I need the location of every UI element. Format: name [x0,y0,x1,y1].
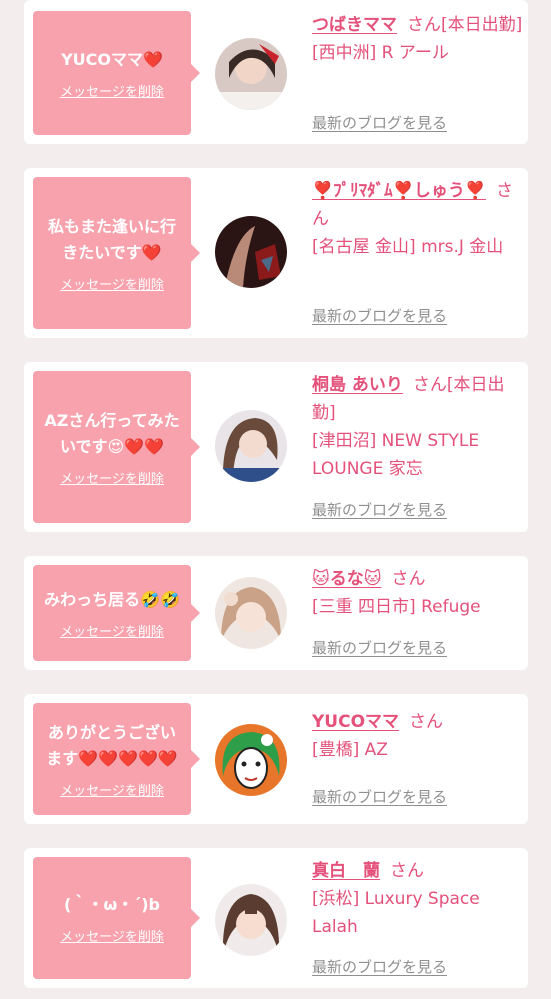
message-card: (｀・ω・´)b メッセージを削除 真白 蘭さん [浜松] Luxury Spa… [24,848,528,988]
area-label: [名古屋 金山] [312,237,416,257]
message-card: ありがとうございます❤️❤️❤️❤️❤️ メッセージを削除 YUCOママ さん [… [24,694,528,824]
message-bubble: YUCOママ❤️ メッセージを削除 [33,11,200,135]
avatar[interactable] [215,577,287,649]
attendance-status: [本日出勤] [441,15,523,35]
sender-name-link[interactable]: 🐱るな🐱 [312,569,381,589]
message-bubble: AZさん行ってみたいです😍❤️❤️ メッセージを削除 [33,371,200,523]
sender-info: 真白 蘭さん [浜松] Luxury Space Lalah [312,857,524,941]
avatar[interactable] [215,724,287,796]
sender-info: ❣️ﾌﾟﾘﾏﾀﾞﾑ❣️しゅう❣️ さん [名古屋 金山] mrs.J 金山 [312,177,524,261]
message-text: 私もまた逢いに行きたいです❤️ [47,216,176,262]
area-label: [西中洲] [312,43,377,63]
message-list: YUCOママ❤️ メッセージを削除 つばきママ さん[本日出勤] [西中洲] R … [0,0,551,999]
avatar[interactable] [215,410,287,482]
delete-message-link[interactable]: メッセージを削除 [60,468,164,487]
sender-name-link[interactable]: YUCOママ [312,712,399,732]
shop-name: mrs.J 金山 [421,237,504,257]
message-bubble: (｀・ω・´)b メッセージを削除 [33,857,200,979]
honorific: さん [409,712,444,732]
message-text: みわっち居る🤣🤣 [44,589,180,609]
latest-blog-link[interactable]: 最新のブログを見る [312,956,447,977]
sender-info: YUCOママ さん [豊橋] AZ [312,708,524,764]
honorific: さん [391,569,426,589]
delete-message-link[interactable]: メッセージを削除 [60,780,164,799]
latest-blog-link[interactable]: 最新のブログを見る [312,112,447,133]
sender-info: 桐島 あいり さん[本日出勤] [津田沼] NEW STYLE LOUNGE 家忘 [312,371,524,483]
latest-blog-link[interactable]: 最新のブログを見る [312,786,447,807]
message-bubble: ありがとうございます❤️❤️❤️❤️❤️ メッセージを削除 [33,703,200,815]
area-label: [浜松] [312,889,360,909]
area-label: [津田沼] [312,431,377,451]
area-label: [豊橋] [312,740,360,760]
sender-info: 🐱るな🐱 さん [三重 四日市] Refuge [312,565,524,621]
honorific: さん [407,15,441,35]
area-label: [三重 四日市] [312,597,416,617]
latest-blog-link[interactable]: 最新のブログを見る [312,499,447,520]
message-bubble: みわっち居る🤣🤣 メッセージを削除 [33,565,200,661]
latest-blog-link[interactable]: 最新のブログを見る [312,305,447,326]
message-card: AZさん行ってみたいです😍❤️❤️ メッセージを削除 桐島 あいり さん[本日出勤… [24,362,528,532]
sender-name-link[interactable]: つばきママ [312,15,397,35]
shop-name: R アール [381,43,449,63]
delete-message-link[interactable]: メッセージを削除 [60,81,164,100]
message-bubble: 私もまた逢いに行きたいです❤️ メッセージを削除 [33,177,200,329]
latest-blog-link[interactable]: 最新のブログを見る [312,637,447,658]
sender-info: つばきママ さん[本日出勤] [西中洲] R アール [312,11,524,67]
avatar[interactable] [215,216,287,288]
delete-message-link[interactable]: メッセージを削除 [60,926,164,945]
honorific: さん [390,861,424,881]
sender-name-link[interactable]: 桐島 あいり [312,375,403,395]
message-card: みわっち居る🤣🤣 メッセージを削除 🐱るな🐱 さん [三重 四日市] Refuge… [24,556,528,670]
sender-name-link[interactable]: ❣️ﾌﾟﾘﾏﾀﾞﾑ❣️しゅう❣️ [312,181,486,201]
shop-name: Refuge [421,597,481,617]
message-text: (｀・ω・´)b [64,894,160,914]
message-text: YUCOママ❤️ [61,49,163,69]
avatar[interactable] [215,884,287,956]
shop-name: AZ [364,740,388,760]
delete-message-link[interactable]: メッセージを削除 [60,274,164,293]
message-text: AZさん行ってみたいです😍❤️❤️ [44,410,180,456]
delete-message-link[interactable]: メッセージを削除 [60,621,164,640]
sender-name-link[interactable]: 真白 蘭 [312,861,380,881]
message-card: 私もまた逢いに行きたいです❤️ メッセージを削除 ❣️ﾌﾟﾘﾏﾀﾞﾑ❣️しゅう❣… [24,168,528,338]
message-card: YUCOママ❤️ メッセージを削除 つばきママ さん[本日出勤] [西中洲] R … [24,0,528,144]
avatar[interactable] [215,38,287,110]
honorific: さん [412,375,447,395]
message-text: ありがとうございます❤️❤️❤️❤️❤️ [46,722,178,768]
